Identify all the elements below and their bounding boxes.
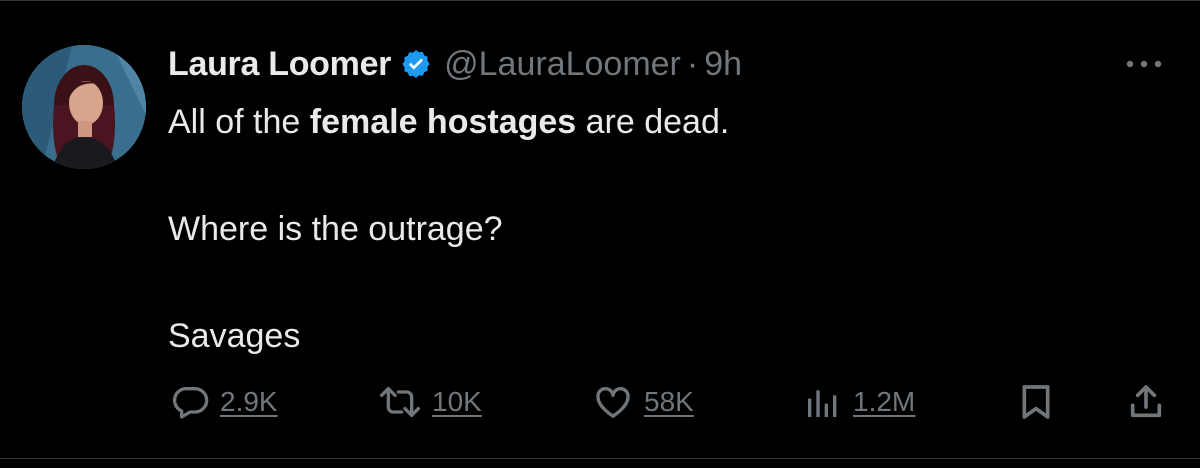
separator-dot: · (686, 44, 699, 83)
tweet-line-2: Where is the outrage? (168, 210, 503, 248)
action-bar: 2.9K 10K 58K 1.2M (0, 374, 1200, 430)
top-divider (0, 0, 1200, 1)
tweet-text-segment: are dead. (576, 103, 730, 141)
like-button[interactable]: 58K (592, 374, 694, 430)
reply-count[interactable]: 2.9K (220, 386, 278, 418)
bookmark-icon (1022, 385, 1050, 419)
tweet-text-segment: All of the (168, 103, 310, 141)
tweet-line-3: Savages (168, 317, 301, 355)
handle[interactable]: @LauraLoomer (444, 45, 681, 84)
display-name[interactable]: Laura Loomer (168, 45, 391, 84)
tweet-text: All of the female hostages are dead. Whe… (168, 98, 1148, 360)
bookmark-button[interactable] (1016, 374, 1056, 430)
tweet-header: Laura Loomer @LauraLoomer · 9h (168, 44, 742, 84)
like-count[interactable]: 58K (644, 386, 694, 418)
reply-icon (172, 387, 209, 419)
tweet-line-1: All of the female hostages are dead. (168, 98, 1148, 146)
heart-icon (596, 386, 630, 418)
repost-button[interactable]: 10K (378, 374, 482, 430)
view-count[interactable]: 1.2M (853, 386, 915, 418)
avatar[interactable] (22, 45, 146, 169)
timestamp[interactable]: 9h (704, 45, 742, 84)
verified-badge-icon[interactable] (400, 48, 432, 80)
tweet-text-bold: female hostages (309, 103, 577, 141)
repost-icon (379, 387, 420, 417)
share-button[interactable] (1126, 374, 1166, 430)
more-horizontal-icon[interactable] (1116, 52, 1172, 76)
bottom-divider (0, 458, 1200, 459)
views-icon (808, 390, 837, 417)
profile-photo (22, 45, 146, 169)
repost-count[interactable]: 10K (432, 386, 482, 418)
share-icon (1130, 385, 1162, 418)
reply-button[interactable]: 2.9K (170, 374, 278, 430)
views-button[interactable]: 1.2M (803, 374, 915, 430)
